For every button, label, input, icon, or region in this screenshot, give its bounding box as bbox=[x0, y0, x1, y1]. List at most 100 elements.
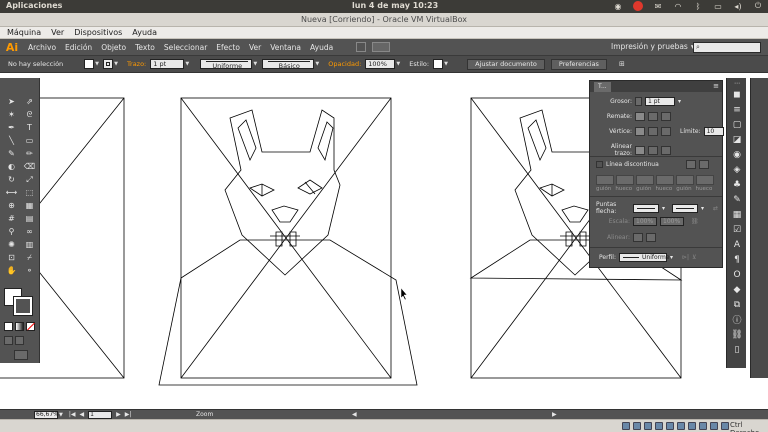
direct-selection-tool-icon[interactable]: ⇗ bbox=[21, 96, 38, 107]
vbox-menu-view[interactable]: Ver bbox=[51, 27, 64, 38]
line-tool-icon[interactable]: ╲ bbox=[3, 135, 20, 146]
last-artboard-icon[interactable]: ▶| bbox=[125, 411, 132, 419]
blend-tool-icon[interactable]: ∞ bbox=[21, 226, 38, 237]
zoom-level-field[interactable]: 66,67% bbox=[34, 410, 59, 419]
round-join-icon[interactable] bbox=[648, 127, 658, 136]
stroke-profile-select[interactable]: Uniforme bbox=[200, 59, 253, 70]
end-scale-field[interactable]: 100% bbox=[660, 217, 684, 226]
info-panel-icon[interactable]: ⓘ bbox=[727, 313, 747, 326]
rotate-tool-icon[interactable]: ↻ bbox=[3, 174, 20, 185]
width-tool-icon[interactable]: ⟷ bbox=[3, 187, 20, 198]
fill-swatch[interactable] bbox=[84, 59, 94, 69]
style-swatch[interactable] bbox=[433, 59, 444, 69]
artboards-panel-icon[interactable]: ⧉ bbox=[727, 298, 747, 311]
gradient-tool-icon[interactable]: ▤ bbox=[21, 213, 38, 224]
transparency-panel-icon[interactable]: ◪ bbox=[727, 133, 747, 146]
chevron-down-icon[interactable]: ▼ bbox=[94, 59, 100, 69]
stroke-panel-icon[interactable]: ≡ bbox=[727, 103, 747, 116]
applications-menu[interactable]: Aplicaciones bbox=[6, 1, 62, 10]
chevron-down-icon[interactable]: ▼ bbox=[314, 59, 320, 69]
menu-ver[interactable]: Ver bbox=[249, 43, 261, 52]
selection-tool-icon[interactable]: ➤ bbox=[3, 96, 20, 107]
slice-tool-icon[interactable]: ⌿ bbox=[21, 252, 38, 263]
arrow-tip-beyond-icon[interactable] bbox=[633, 233, 643, 242]
draw-normal-icon[interactable] bbox=[4, 336, 13, 345]
start-arrowhead-select[interactable] bbox=[633, 203, 659, 213]
stroke-swatch[interactable] bbox=[103, 59, 113, 69]
pen-tool-icon[interactable]: ✒ bbox=[3, 122, 20, 133]
align-inside-icon[interactable] bbox=[648, 145, 658, 155]
draw-behind-icon[interactable] bbox=[15, 336, 24, 345]
recording-icon[interactable] bbox=[699, 422, 707, 430]
start-scale-field[interactable]: 100% bbox=[633, 217, 657, 226]
chrome-icon[interactable]: ◉ bbox=[612, 1, 624, 11]
flip-across-icon[interactable]: ⊻ bbox=[692, 254, 696, 261]
layers-panel-icon[interactable]: ◆ bbox=[727, 283, 747, 296]
menu-edicion[interactable]: Edición bbox=[65, 43, 92, 52]
brush-definition-select[interactable]: Básico bbox=[262, 59, 315, 70]
stroke-panel-tab[interactable]: T... bbox=[594, 82, 611, 92]
bluetooth-icon[interactable]: ᛒ bbox=[692, 1, 704, 11]
opentype-panel-icon[interactable]: O bbox=[727, 268, 747, 281]
status-info-label[interactable]: Zoom bbox=[196, 411, 213, 418]
chevron-down-icon[interactable]: ▼ bbox=[59, 412, 63, 418]
optical-drive-icon[interactable] bbox=[633, 422, 641, 430]
chevron-down-icon[interactable]: ▾ bbox=[662, 205, 665, 212]
chevron-down-icon[interactable]: ▼ bbox=[443, 59, 449, 69]
network-icon[interactable] bbox=[655, 422, 663, 430]
dash-field-3[interactable] bbox=[676, 175, 694, 185]
projecting-cap-icon[interactable] bbox=[661, 112, 671, 121]
blob-brush-tool-icon[interactable]: ◐ bbox=[3, 161, 20, 172]
workspace-switcher[interactable]: Impresión y pruebas ▾ bbox=[611, 42, 695, 51]
link-icon[interactable]: ⛓ bbox=[691, 218, 699, 225]
swatches-panel-icon[interactable]: ▦ bbox=[727, 208, 747, 221]
first-artboard-icon[interactable]: |◀ bbox=[69, 411, 76, 419]
brushes-panel-icon[interactable]: ✎ bbox=[727, 193, 747, 206]
align-center-icon[interactable] bbox=[635, 145, 645, 155]
chevron-down-icon[interactable]: ▾ bbox=[670, 254, 673, 261]
preferences-button[interactable]: Preferencias bbox=[550, 58, 607, 70]
artboard-number-field[interactable]: 1 bbox=[88, 410, 113, 419]
gap-field-2[interactable] bbox=[656, 175, 674, 185]
symbols-panel-icon[interactable]: ♣ bbox=[727, 178, 747, 191]
dash-align-icon[interactable] bbox=[698, 160, 709, 169]
chevron-down-icon[interactable]: ▼ bbox=[184, 59, 190, 69]
volume-icon[interactable]: ◂) bbox=[732, 1, 744, 11]
dash-preserve-icon[interactable] bbox=[685, 160, 696, 169]
lasso-tool-icon[interactable]: ᘓ bbox=[21, 109, 38, 120]
none-button[interactable] bbox=[26, 322, 35, 331]
panel-options-icon[interactable]: ⊞ bbox=[615, 59, 629, 69]
opacity-field[interactable]: 100% bbox=[365, 59, 396, 69]
stepper-icon[interactable] bbox=[635, 97, 642, 106]
vbox-menu-machine[interactable]: Máquina bbox=[7, 27, 41, 38]
bevel-join-icon[interactable] bbox=[661, 127, 671, 136]
arrange-documents-icon[interactable] bbox=[372, 42, 391, 52]
column-graph-tool-icon[interactable]: ▥ bbox=[21, 239, 38, 250]
mail-icon[interactable]: ✉ bbox=[652, 1, 664, 11]
dash-field-2[interactable] bbox=[636, 175, 654, 185]
menu-ventana[interactable]: Ventana bbox=[270, 43, 301, 52]
dashed-line-checkbox[interactable] bbox=[596, 161, 603, 168]
menu-archivo[interactable]: Archivo bbox=[28, 43, 56, 52]
gradient-panel-icon[interactable]: ▢ bbox=[727, 118, 747, 131]
status-scroll-right-icon[interactable]: ▶ bbox=[552, 411, 557, 418]
profile-select[interactable]: Uniforme bbox=[619, 253, 670, 262]
bridge-icon[interactable] bbox=[356, 42, 367, 52]
wifi-icon[interactable]: ◠ bbox=[672, 1, 684, 11]
menu-seleccionar[interactable]: Seleccionar bbox=[164, 43, 207, 52]
menu-efecto[interactable]: Efecto bbox=[216, 43, 240, 52]
free-transform-tool-icon[interactable]: ⬚ bbox=[21, 187, 38, 198]
swap-arrowheads-icon[interactable]: ⇄ bbox=[713, 205, 718, 212]
shape-builder-tool-icon[interactable]: ⊕ bbox=[3, 200, 20, 211]
eraser-tool-icon[interactable]: ⌫ bbox=[21, 161, 38, 172]
arrow-tip-at-end-icon[interactable] bbox=[646, 233, 656, 242]
round-cap-icon[interactable] bbox=[648, 112, 658, 121]
paintbrush-tool-icon[interactable]: ✎ bbox=[3, 148, 20, 159]
graphic-styles-panel-icon[interactable]: ◈ bbox=[727, 163, 747, 176]
butt-cap-icon[interactable] bbox=[635, 112, 645, 121]
align-panel-icon[interactable]: ▯ bbox=[727, 343, 747, 356]
panel-menu-icon[interactable]: ≡ bbox=[713, 82, 719, 90]
zoom-tool-icon[interactable]: ⚬ bbox=[21, 265, 38, 276]
display-icon[interactable] bbox=[688, 422, 696, 430]
keyboard-icon[interactable] bbox=[721, 422, 729, 430]
